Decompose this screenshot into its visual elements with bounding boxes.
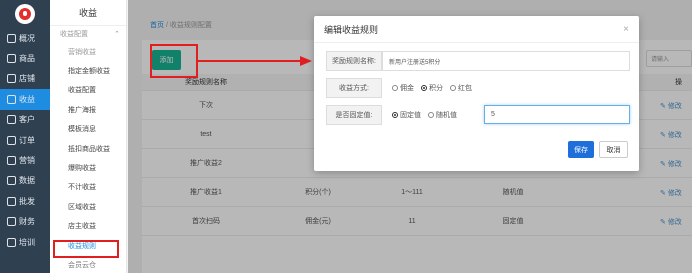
sidebar-item[interactable]: 客户 xyxy=(0,110,50,130)
submenu-item[interactable]: 收益配置 xyxy=(50,81,126,100)
radio-icon xyxy=(428,112,434,118)
sidebar-item[interactable]: 订单 xyxy=(0,130,50,150)
sidebar-item[interactable]: 店铺 xyxy=(0,69,50,89)
sidebar-item-label: 收益 xyxy=(19,94,35,104)
modal-title: 编辑收益规则 xyxy=(324,24,379,35)
sidebar-item[interactable]: 数据 xyxy=(0,171,50,191)
user-icon xyxy=(7,115,16,125)
submenu-item[interactable]: 爆购收益 xyxy=(50,158,126,177)
gift-icon xyxy=(7,156,16,166)
submenu-item[interactable]: 指定金额收益 xyxy=(50,61,126,80)
chevron-up-icon: ⌃ xyxy=(114,31,120,38)
sidebar-item-label: 财务 xyxy=(19,217,35,227)
type-radio-label: 佣金 xyxy=(400,85,414,92)
logo-icon xyxy=(15,4,35,24)
modal-header: 编辑收益规则 × xyxy=(314,16,639,43)
sidebar-item-label: 订单 xyxy=(19,135,35,145)
sidebar-item-label: 客户 xyxy=(19,115,35,125)
edit-rule-modal: 编辑收益规则 × 奖励规则名称: 新用户注册送5积分 收益方式: 佣金 积分 红包 … xyxy=(314,16,639,171)
radio-icon xyxy=(392,112,398,118)
submenu-item[interactable]: 店主收益 xyxy=(50,217,126,236)
submenu-item[interactable]: 抵扣商品收益 xyxy=(50,139,126,158)
sidebar-item-label: 培训 xyxy=(19,237,35,247)
store-icon xyxy=(7,74,16,84)
wholesale-icon xyxy=(7,196,16,206)
annotation-box-add xyxy=(150,44,198,78)
finance-icon xyxy=(7,217,16,227)
fixed-value-radios: 固定值 随机值 xyxy=(392,105,457,125)
submenu-item[interactable]: 不计收益 xyxy=(50,178,126,197)
type-radio-label: 红包 xyxy=(458,85,472,92)
coin-icon xyxy=(7,94,16,104)
fixed-radio-label: 随机值 xyxy=(436,112,457,119)
radio-icon xyxy=(392,85,398,91)
rule-name-row: 奖励规则名称: 新用户注册送5积分 xyxy=(326,51,630,71)
submenu-title: 收益 xyxy=(50,0,126,26)
training-icon xyxy=(7,237,16,247)
sidebar-item[interactable]: 收益 xyxy=(0,89,50,110)
sidebar-item[interactable]: 批发 xyxy=(0,191,50,211)
rule-name-label: 奖励规则名称: xyxy=(326,51,382,71)
income-type-label: 收益方式: xyxy=(326,78,382,98)
sidebar-item-label: 数据 xyxy=(19,176,35,186)
value-input[interactable]: 5 xyxy=(484,105,630,124)
type-radio-label: 积分 xyxy=(429,85,443,92)
type-radio[interactable]: 积分 xyxy=(421,83,443,93)
income-type-radios: 佣金 积分 红包 xyxy=(392,78,472,98)
radio-icon xyxy=(450,85,456,91)
close-icon[interactable]: × xyxy=(623,24,629,35)
sidebar-item[interactable]: 概况 xyxy=(0,28,50,48)
fixed-radio[interactable]: 随机值 xyxy=(428,110,457,120)
sidebar-item-label: 概况 xyxy=(19,33,35,43)
type-radio[interactable]: 红包 xyxy=(450,83,472,93)
rule-name-input[interactable]: 新用户注册送5积分 xyxy=(382,51,630,71)
sub-menu: 收益 收益配置 ⌃ 营销收益 指定金额收益 收益配置 推广海报 模板消息 抵扣商品收益 爆购… xyxy=(50,0,127,273)
sidebar-item[interactable]: 商品 xyxy=(0,48,50,68)
sidebar-item[interactable]: 营销 xyxy=(0,150,50,170)
submenu-item[interactable]: 营销收益 xyxy=(50,42,126,61)
sidebar-item[interactable]: 财务 xyxy=(0,212,50,232)
submenu-item[interactable]: 推广海报 xyxy=(50,100,126,119)
fixed-value-label: 是否固定值: xyxy=(326,105,382,125)
sidebar-item-label: 批发 xyxy=(19,196,35,206)
radio-icon xyxy=(421,85,427,91)
main-sidebar: 概况商品店铺收益客户订单营销数据批发财务培训 xyxy=(0,0,50,273)
submenu-item[interactable]: 区域收益 xyxy=(50,197,126,216)
type-radio[interactable]: 佣金 xyxy=(392,83,414,93)
submenu-item[interactable]: 模板消息 xyxy=(50,120,126,139)
income-type-row: 收益方式: 佣金 积分 红包 xyxy=(326,78,630,98)
chart-icon xyxy=(7,176,16,186)
annotation-arrow-head xyxy=(300,56,312,66)
fixed-radio[interactable]: 固定值 xyxy=(392,110,421,120)
submenu-group-label: 收益配置 xyxy=(60,31,88,38)
annotation-arrow xyxy=(198,60,302,62)
sidebar-item[interactable]: 培训 xyxy=(0,232,50,252)
cancel-button[interactable]: 取消 xyxy=(599,141,628,158)
sidebar-item-label: 商品 xyxy=(19,54,35,64)
annotation-box-menu xyxy=(53,240,119,258)
order-icon xyxy=(7,135,16,145)
submenu-group[interactable]: 收益配置 ⌃ xyxy=(50,26,126,42)
sidebar-item-label: 店铺 xyxy=(19,74,35,84)
fixed-radio-label: 固定值 xyxy=(400,112,421,119)
logo[interactable] xyxy=(0,0,50,28)
tag-icon xyxy=(7,54,16,64)
sidebar-item-label: 营销 xyxy=(19,156,35,166)
save-button[interactable]: 保存 xyxy=(568,141,594,158)
home-icon xyxy=(7,33,16,43)
